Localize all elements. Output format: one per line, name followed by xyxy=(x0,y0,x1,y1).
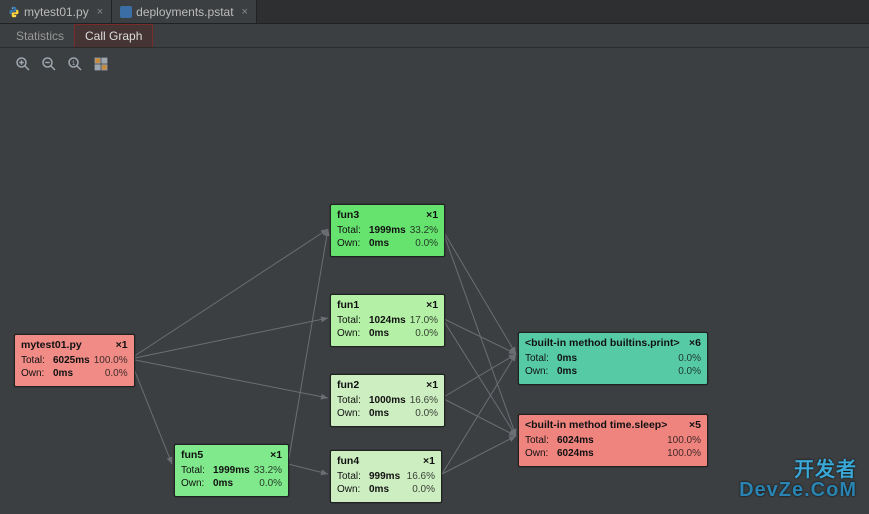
zoom-out-icon[interactable] xyxy=(40,55,58,78)
zoom-in-icon[interactable] xyxy=(14,55,32,78)
graph-toolbar: 1 xyxy=(0,48,869,84)
profiler-subtabs: Statistics Call Graph xyxy=(0,24,869,48)
node-title: <built-in method builtins.print> xyxy=(525,337,680,349)
node-title: mytest01.py xyxy=(21,339,82,351)
file-tab-deployments[interactable]: deployments.pstat × xyxy=(112,0,257,23)
close-icon[interactable]: × xyxy=(97,6,103,18)
fit-screen-icon[interactable] xyxy=(92,55,110,78)
file-tab-bar: mytest01.py × deployments.pstat × xyxy=(0,0,869,24)
node-count: ×1 xyxy=(426,299,438,311)
node-print[interactable]: <built-in method builtins.print>×6 Total… xyxy=(518,332,708,385)
file-tab-label: mytest01.py xyxy=(24,5,89,19)
node-sleep[interactable]: <built-in method time.sleep>×5 Total:602… xyxy=(518,414,708,467)
node-root[interactable]: mytest01.py×1 Total:6025ms100.0% Own:0ms… xyxy=(14,334,135,387)
node-count: ×1 xyxy=(426,209,438,221)
node-fun5[interactable]: fun5×1 Total:1999ms33.2% Own:0ms0.0% xyxy=(174,444,289,497)
node-title: fun3 xyxy=(337,209,359,221)
node-title: <built-in method time.sleep> xyxy=(525,419,667,431)
node-fun1[interactable]: fun1×1 Total:1024ms17.0% Own:0ms0.0% xyxy=(330,294,445,347)
file-tab-mytest01[interactable]: mytest01.py × xyxy=(0,0,112,23)
node-count: ×5 xyxy=(689,419,701,431)
watermark: 开发者 DevZe.CoM xyxy=(739,460,857,500)
node-title: fun1 xyxy=(337,299,359,311)
node-count: ×1 xyxy=(270,449,282,461)
node-count: ×1 xyxy=(423,455,435,467)
node-count: ×6 xyxy=(689,337,701,349)
python-icon xyxy=(8,6,20,18)
zoom-reset-icon[interactable]: 1 xyxy=(66,55,84,78)
pstat-icon xyxy=(120,6,132,18)
node-count: ×1 xyxy=(426,379,438,391)
node-title: fun4 xyxy=(337,455,359,467)
node-title: fun2 xyxy=(337,379,359,391)
node-fun2[interactable]: fun2×1 Total:1000ms16.6% Own:0ms0.0% xyxy=(330,374,445,427)
node-count: ×1 xyxy=(116,339,128,351)
close-icon[interactable]: × xyxy=(242,6,248,18)
tab-call-graph[interactable]: Call Graph xyxy=(74,24,153,47)
node-fun3[interactable]: fun3×1 Total:1999ms33.2% Own:0ms0.0% xyxy=(330,204,445,257)
call-graph-canvas[interactable]: mytest01.py×1 Total:6025ms100.0% Own:0ms… xyxy=(0,84,869,514)
node-fun4[interactable]: fun4×1 Total:999ms16.6% Own:0ms0.0% xyxy=(330,450,442,503)
tab-statistics[interactable]: Statistics xyxy=(6,24,74,47)
file-tab-label: deployments.pstat xyxy=(136,5,233,19)
node-title: fun5 xyxy=(181,449,203,461)
